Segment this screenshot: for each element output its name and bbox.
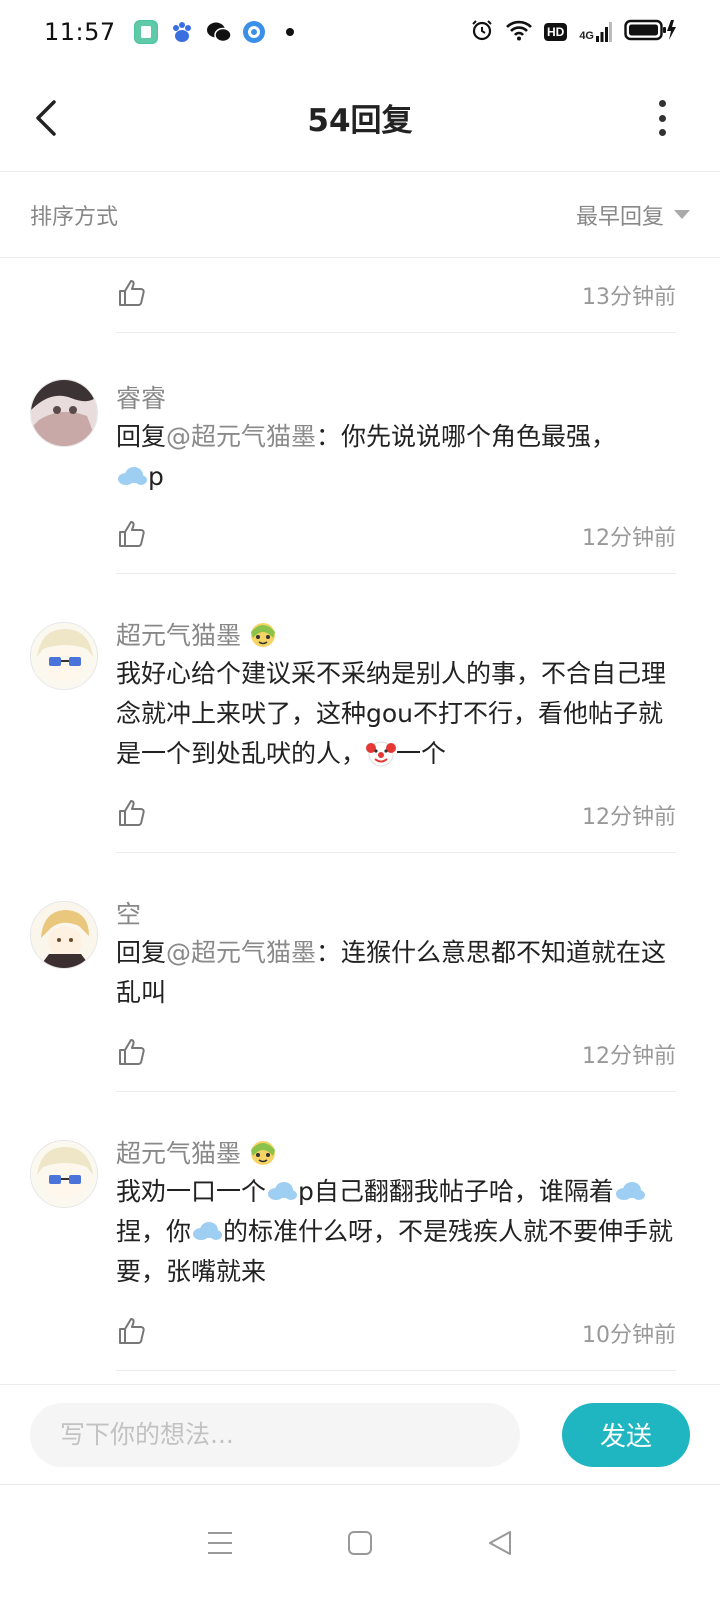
reply-author[interactable]: 空 (116, 893, 676, 933)
system-icons: HD 4G (470, 18, 676, 46)
nav-back-button[interactable] (482, 1525, 518, 1561)
more-dots-icon (658, 100, 666, 107)
caret-down-icon (674, 210, 690, 219)
page-title: 54回复 (307, 103, 413, 139)
reply-content: 回复@超元气猫墨：你先说说哪个角色最强， p (116, 422, 617, 491)
sort-dropdown[interactable]: 最早回复 (576, 199, 690, 231)
top-app-bar: 54回复 (0, 64, 720, 172)
like-button[interactable] (116, 1315, 148, 1351)
cloud-emoji-icon (118, 467, 147, 485)
reply-time: 10分钟前 (582, 1323, 676, 1348)
reply-actions: 13分钟前 (116, 258, 676, 332)
user-badge-icon (251, 623, 276, 647)
avatar[interactable] (30, 901, 98, 969)
avatar[interactable] (30, 622, 98, 690)
alarm-icon (470, 18, 494, 46)
home-square-icon (348, 1530, 372, 1555)
cloud-emoji-icon (193, 1222, 223, 1240)
reply-content: 我劝一口一个 p自己翻翻我帖子哈，谁隔着捏，你 的标准什么呀，不是残疾人就不要伸手就… (116, 1177, 674, 1286)
cloud-emoji-icon (268, 1182, 298, 1200)
thumbs-up-icon (119, 521, 145, 547)
more-notifications-dot (285, 28, 294, 36)
wifi-icon (506, 19, 532, 45)
reply-item: 空 回复@超元气猫墨：连猴什么意思都不知道就在这乱叫 12分钟前 (0, 853, 720, 1091)
thumbs-up-icon (119, 800, 145, 826)
reply-time: 12分钟前 (582, 805, 676, 830)
notification-icons (133, 20, 294, 44)
reply-input[interactable] (30, 1402, 520, 1467)
home-button[interactable] (342, 1525, 378, 1561)
status-bar: 11:57 HD 4G (0, 0, 720, 64)
reply-author[interactable]: 超元气猫墨 (116, 1132, 676, 1172)
sort-label: 排序方式 (30, 204, 119, 230)
reply-author[interactable]: 睿睿 (116, 377, 676, 417)
reply-time: 12分钟前 (582, 1044, 676, 1069)
browser-icon (242, 20, 266, 44)
reply-item: 超元气猫墨 我劝一口一个 p自己翻翻我帖子哈，谁隔着捏，你 的标准什么呀，不是残疾人… (0, 1092, 720, 1370)
send-button[interactable]: 发送 (562, 1402, 690, 1467)
compose-bar: 发送 (0, 1384, 720, 1484)
reply-actions: 10分钟前 (116, 1296, 676, 1370)
sort-bar: 排序方式 最早回复 (0, 172, 720, 258)
mention-link[interactable]: @超元气猫墨 (166, 938, 316, 967)
clown-emoji-icon (366, 741, 397, 767)
chevron-left-icon (36, 100, 56, 136)
reply-actions: 12分钟前 (116, 778, 676, 852)
sort-selected-value: 最早回复 (575, 204, 664, 230)
reply-prefix: 回复 (116, 938, 167, 967)
like-button[interactable] (116, 797, 148, 833)
reply-actions: 12分钟前 (116, 1017, 676, 1091)
thumbs-up-icon (119, 1039, 145, 1065)
user-badge-icon (251, 1141, 276, 1165)
cloud-emoji-icon (615, 1182, 645, 1200)
reply-list[interactable]: 13分钟前 睿睿 回复@超元气猫墨：你先说说哪个角色最强， p 12分钟前 超元… (0, 258, 720, 1384)
reply-item: 睿睿 回复@超元气猫墨：你先说说哪个角色最强， p 12分钟前 (0, 333, 720, 573)
hd-badge: HD (543, 23, 568, 41)
triangle-back-icon (489, 1530, 511, 1555)
reader-app-icon (133, 20, 158, 44)
reply-item: 超元气猫墨 我好心给个建议采不采纳是别人的事，不合自己理念就冲上来吠了，这种go… (0, 574, 720, 852)
thumbs-up-icon (119, 280, 145, 306)
reply-author[interactable]: 超元气猫墨 (116, 614, 676, 654)
menu-icon (208, 1531, 232, 1554)
reply-content: 回复@超元气猫墨：连猴什么意思都不知道就在这乱叫 (116, 938, 667, 1007)
baidu-icon (170, 20, 194, 44)
avatar[interactable] (30, 379, 98, 447)
reply-prefix: 回复 (116, 422, 167, 451)
system-nav-bar (0, 1484, 720, 1600)
like-button[interactable] (116, 518, 148, 554)
status-time: 11:57 (44, 18, 116, 46)
battery-icon (624, 18, 676, 46)
mention-link[interactable]: @超元气猫墨 (166, 422, 316, 451)
reply-time: 13分钟前 (582, 285, 676, 310)
back-button[interactable] (28, 94, 68, 142)
thumbs-up-icon (119, 1318, 145, 1344)
reply-content: 我好心给个建议采不采纳是别人的事，不合自己理念就冲上来吠了，这种gou不打不行，… (116, 659, 667, 768)
signal-icon: 4G (579, 22, 612, 42)
reply-time: 12分钟前 (582, 526, 676, 551)
menu-button[interactable] (202, 1525, 238, 1561)
divider (116, 1370, 676, 1371)
wechat-icon (206, 20, 232, 44)
like-button[interactable] (116, 1036, 148, 1072)
reply-actions: 12分钟前 (116, 499, 676, 573)
more-options-button[interactable] (652, 100, 672, 136)
avatar[interactable] (30, 1140, 98, 1208)
like-button[interactable] (116, 277, 148, 313)
reply-item: 13分钟前 (0, 258, 720, 332)
